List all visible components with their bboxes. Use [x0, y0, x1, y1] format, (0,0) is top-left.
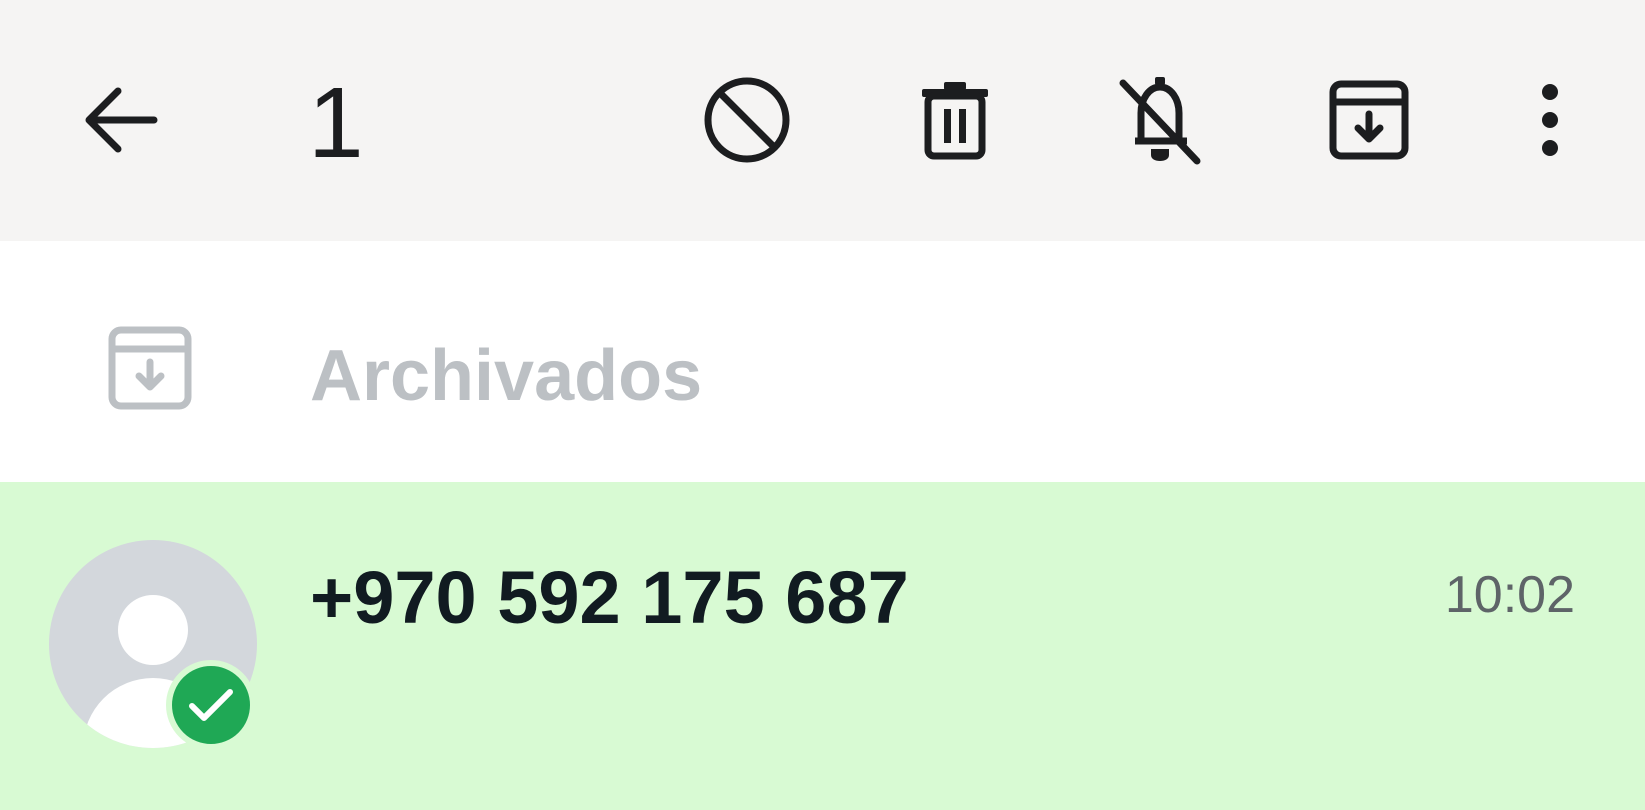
archive-button[interactable]	[1314, 65, 1424, 175]
whatsapp-chat-list: 1 Archivados +970 592 175 687 10:02	[0, 0, 1645, 810]
block-button[interactable]	[692, 65, 802, 175]
selected-count: 1	[308, 67, 364, 179]
more-options-icon	[1542, 84, 1558, 156]
delete-button[interactable]	[900, 65, 1010, 175]
mute-icon	[1119, 77, 1201, 165]
chat-list-item[interactable]: +970 592 175 687 10:02	[0, 482, 1645, 810]
archive-icon	[1329, 80, 1409, 160]
mute-button[interactable]	[1105, 65, 1215, 175]
selected-check-icon	[166, 660, 256, 750]
more-options-button[interactable]	[1495, 65, 1605, 175]
block-icon	[704, 77, 790, 163]
delete-icon	[922, 82, 988, 160]
archive-icon	[108, 326, 192, 410]
avatar-head	[118, 595, 188, 665]
archived-label: Archivados	[310, 336, 703, 416]
archived-chats-row[interactable]: Archivados	[0, 241, 1645, 482]
selection-toolbar: 1	[0, 0, 1645, 241]
contact-name: +970 592 175 687	[310, 556, 909, 639]
back-button[interactable]	[65, 65, 175, 175]
chat-time: 10:02	[1444, 566, 1575, 624]
back-arrow-icon	[85, 87, 158, 153]
